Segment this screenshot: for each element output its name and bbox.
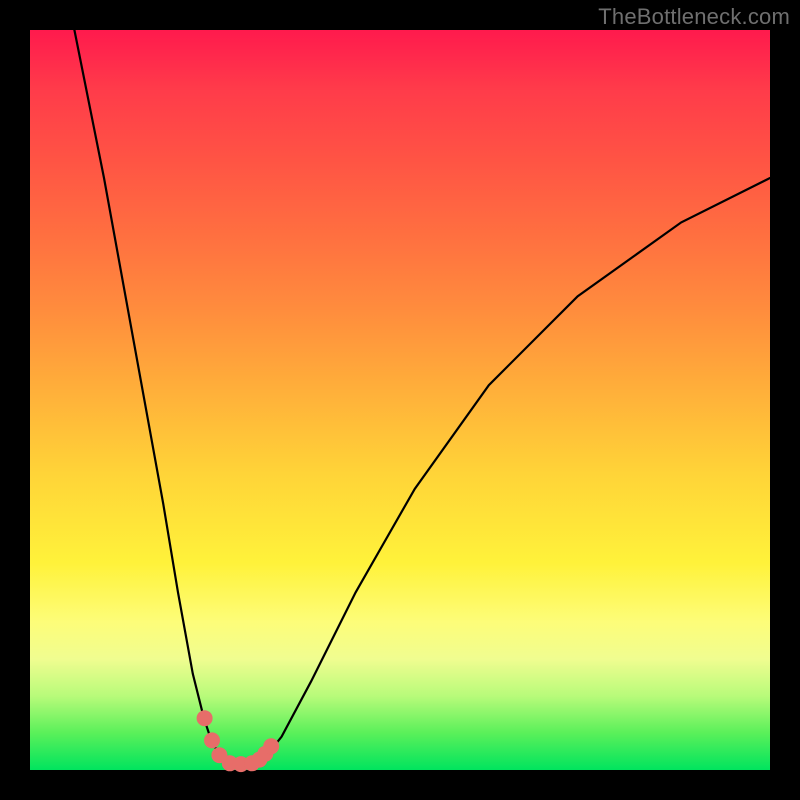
curve-dot — [263, 738, 279, 754]
chart-stage: TheBottleneck.com — [0, 0, 800, 800]
watermark-text: TheBottleneck.com — [598, 4, 790, 30]
curve-dot — [197, 710, 213, 726]
curve-dot — [204, 732, 220, 748]
plot-area — [30, 30, 770, 770]
bottleneck-curve — [74, 30, 770, 764]
curve-svg — [30, 30, 770, 770]
curve-dots-group — [197, 710, 280, 772]
